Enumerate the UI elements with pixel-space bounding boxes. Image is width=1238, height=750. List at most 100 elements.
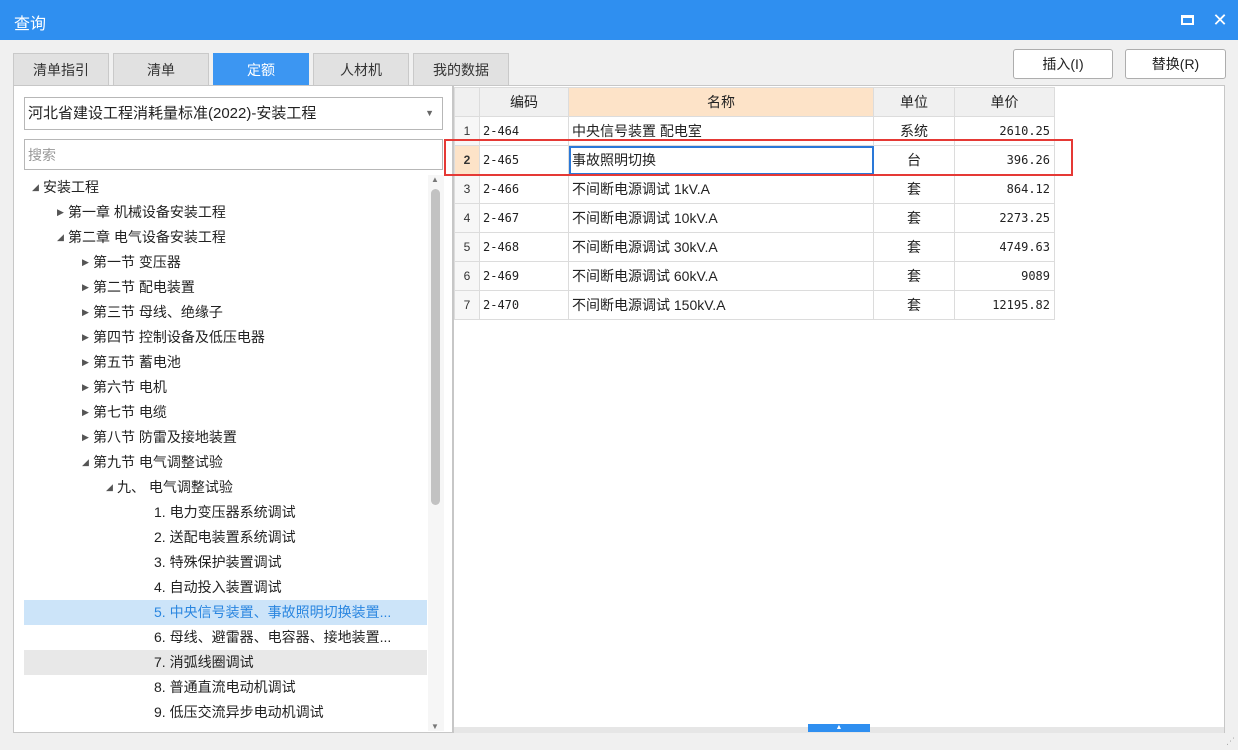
header-unit[interactable]: 单位 <box>873 87 955 117</box>
tree-node[interactable]: 9. 低压交流异步电动机调试 <box>24 700 427 725</box>
triangle-right-icon[interactable]: ▶ <box>82 375 92 400</box>
tree-node[interactable]: ◢ 第二章 电气设备安装工程 <box>24 225 427 250</box>
tree-node[interactable]: ◢ 第九节 电气调整试验 <box>24 450 427 475</box>
triangle-right-icon[interactable]: ▶ <box>82 350 92 375</box>
cell-name[interactable]: 不间断电源调试 150kV.A <box>568 290 874 320</box>
tree-node[interactable]: 6. 母线、避雷器、电容器、接地装置... <box>24 625 427 650</box>
cell-price[interactable]: 864.12 <box>954 174 1055 204</box>
insert-button[interactable]: 插入(I) <box>1013 49 1113 79</box>
row-number[interactable]: 5 <box>454 232 480 262</box>
cell-price[interactable]: 4749.63 <box>954 232 1055 262</box>
cell-name[interactable]: 事故照明切换 <box>568 145 874 175</box>
header-code[interactable]: 编码 <box>479 87 569 117</box>
replace-button[interactable]: 替换(R) <box>1125 49 1226 79</box>
resize-grip-icon[interactable]: ⋰ <box>1226 736 1235 747</box>
triangle-right-icon[interactable]: ▶ <box>82 425 92 450</box>
header-price[interactable]: 单价 <box>954 87 1055 117</box>
tree-node[interactable]: ▶ 第五节 蓄电池 <box>24 350 427 375</box>
tree-node[interactable]: 5. 中央信号装置、事故照明切换装置... <box>24 600 427 625</box>
row-number[interactable]: 1 <box>454 116 480 146</box>
close-icon[interactable]: ✕ <box>1209 9 1231 31</box>
tree-node[interactable]: ◢ 安装工程 <box>24 175 427 200</box>
cell-code[interactable]: 2-464 <box>479 116 569 146</box>
tab-labor-material-machine[interactable]: 人材机 <box>313 53 409 85</box>
cell-code[interactable]: 2-468 <box>479 232 569 262</box>
cell-unit[interactable]: 台 <box>873 145 955 175</box>
tree-scrollbar[interactable]: ▲ ▼ <box>428 175 444 731</box>
cell-name[interactable]: 不间断电源调试 60kV.A <box>568 261 874 291</box>
triangle-right-icon[interactable]: ▶ <box>82 250 92 275</box>
scroll-grip-icon[interactable]: ▲ <box>808 724 870 732</box>
tree-node[interactable]: 7. 消弧线圈调试 <box>24 650 427 675</box>
tab-my-data[interactable]: 我的数据 <box>413 53 509 85</box>
table-row[interactable]: 6 2-469 不间断电源调试 60kV.A 套 9089 <box>454 261 1055 291</box>
cell-unit[interactable]: 套 <box>873 203 955 233</box>
tree-node[interactable]: ▶ 第七节 电缆 <box>24 400 427 425</box>
triangle-down-icon[interactable]: ◢ <box>57 225 67 250</box>
cell-price[interactable]: 12195.82 <box>954 290 1055 320</box>
search-input[interactable] <box>24 139 443 170</box>
row-number[interactable]: 6 <box>454 261 480 291</box>
triangle-right-icon[interactable]: ▶ <box>82 300 92 325</box>
header-name[interactable]: 名称 <box>568 87 874 117</box>
scroll-down-icon[interactable]: ▼ <box>431 722 439 731</box>
triangle-right-icon[interactable]: ▶ <box>82 325 92 350</box>
cell-unit[interactable]: 套 <box>873 174 955 204</box>
cell-code[interactable]: 2-466 <box>479 174 569 204</box>
tree-node[interactable]: ▶ 第二节 配电装置 <box>24 275 427 300</box>
row-number[interactable]: 7 <box>454 290 480 320</box>
tree-node[interactable]: ▶ 第六节 电机 <box>24 375 427 400</box>
tree-node-label: 第一章 机械设备安装工程 <box>68 204 226 220</box>
cell-name[interactable]: 不间断电源调试 1kV.A <box>568 174 874 204</box>
triangle-down-icon[interactable]: ◢ <box>32 175 42 200</box>
tree-node[interactable]: 1. 电力变压器系统调试 <box>24 500 427 525</box>
cell-price[interactable]: 2273.25 <box>954 203 1055 233</box>
cell-name[interactable]: 中央信号装置 配电室 <box>568 116 874 146</box>
cell-code[interactable]: 2-470 <box>479 290 569 320</box>
triangle-right-icon[interactable]: ▶ <box>82 400 92 425</box>
row-number[interactable]: 2 <box>454 145 480 175</box>
triangle-right-icon[interactable]: ▶ <box>57 200 67 225</box>
library-select[interactable]: 河北省建设工程消耗量标准(2022)-安装工程 ▼ <box>24 97 443 130</box>
cell-price[interactable]: 2610.25 <box>954 116 1055 146</box>
tree-node[interactable]: 3. 特殊保护装置调试 <box>24 550 427 575</box>
table-row[interactable]: 3 2-466 不间断电源调试 1kV.A 套 864.12 <box>454 174 1055 204</box>
scroll-up-icon[interactable]: ▲ <box>431 175 439 184</box>
tab-bill[interactable]: 清单 <box>113 53 209 85</box>
row-number[interactable]: 3 <box>454 174 480 204</box>
cell-code[interactable]: 2-465 <box>479 145 569 175</box>
cell-price[interactable]: 9089 <box>954 261 1055 291</box>
cell-name[interactable]: 不间断电源调试 30kV.A <box>568 232 874 262</box>
cell-code[interactable]: 2-467 <box>479 203 569 233</box>
triangle-down-icon[interactable]: ◢ <box>106 475 116 500</box>
tab-quota[interactable]: 定额 <box>213 53 309 85</box>
tree-node[interactable]: ▶ 第八节 防雷及接地装置 <box>24 425 427 450</box>
cell-code[interactable]: 2-469 <box>479 261 569 291</box>
table-row[interactable]: 4 2-467 不间断电源调试 10kV.A 套 2273.25 <box>454 203 1055 233</box>
triangle-down-icon[interactable]: ◢ <box>82 450 92 475</box>
row-number[interactable]: 4 <box>454 203 480 233</box>
cell-price[interactable]: 396.26 <box>954 145 1055 175</box>
cell-unit[interactable]: 套 <box>873 261 955 291</box>
tree-node[interactable]: ▶ 第三节 母线、绝缘子 <box>24 300 427 325</box>
tree-node[interactable]: 8. 普通直流电动机调试 <box>24 675 427 700</box>
tree-node[interactable]: ◢ 九、 电气调整试验 <box>24 475 427 500</box>
table-row[interactable]: 5 2-468 不间断电源调试 30kV.A 套 4749.63 <box>454 232 1055 262</box>
triangle-right-icon[interactable]: ▶ <box>82 275 92 300</box>
table-row[interactable]: 2 2-465 事故照明切换台 396.26 <box>454 145 1055 175</box>
tree-node[interactable]: ▶ 第四节 控制设备及低压电器 <box>24 325 427 350</box>
tree-node[interactable]: 2. 送配电装置系统调试 <box>24 525 427 550</box>
table-horizontal-scrollbar[interactable]: ▲ <box>454 724 1224 733</box>
table-row[interactable]: 7 2-470 不间断电源调试 150kV.A 套 12195.82 <box>454 290 1055 320</box>
tree-node[interactable]: 4. 自动投入装置调试 <box>24 575 427 600</box>
cell-unit[interactable]: 套 <box>873 290 955 320</box>
cell-unit[interactable]: 套 <box>873 232 955 262</box>
tree-node[interactable]: ▶ 第一节 变压器 <box>24 250 427 275</box>
cell-unit[interactable]: 系统 <box>873 116 955 146</box>
tab-bill-guide[interactable]: 清单指引 <box>13 53 109 85</box>
scrollbar-thumb[interactable] <box>431 189 440 505</box>
table-row[interactable]: 1 2-464 中央信号装置 配电室 系统 2610.25 <box>454 116 1055 146</box>
maximize-icon[interactable] <box>1177 9 1199 31</box>
cell-name[interactable]: 不间断电源调试 10kV.A <box>568 203 874 233</box>
tree-node[interactable]: ▶ 第一章 机械设备安装工程 <box>24 200 427 225</box>
